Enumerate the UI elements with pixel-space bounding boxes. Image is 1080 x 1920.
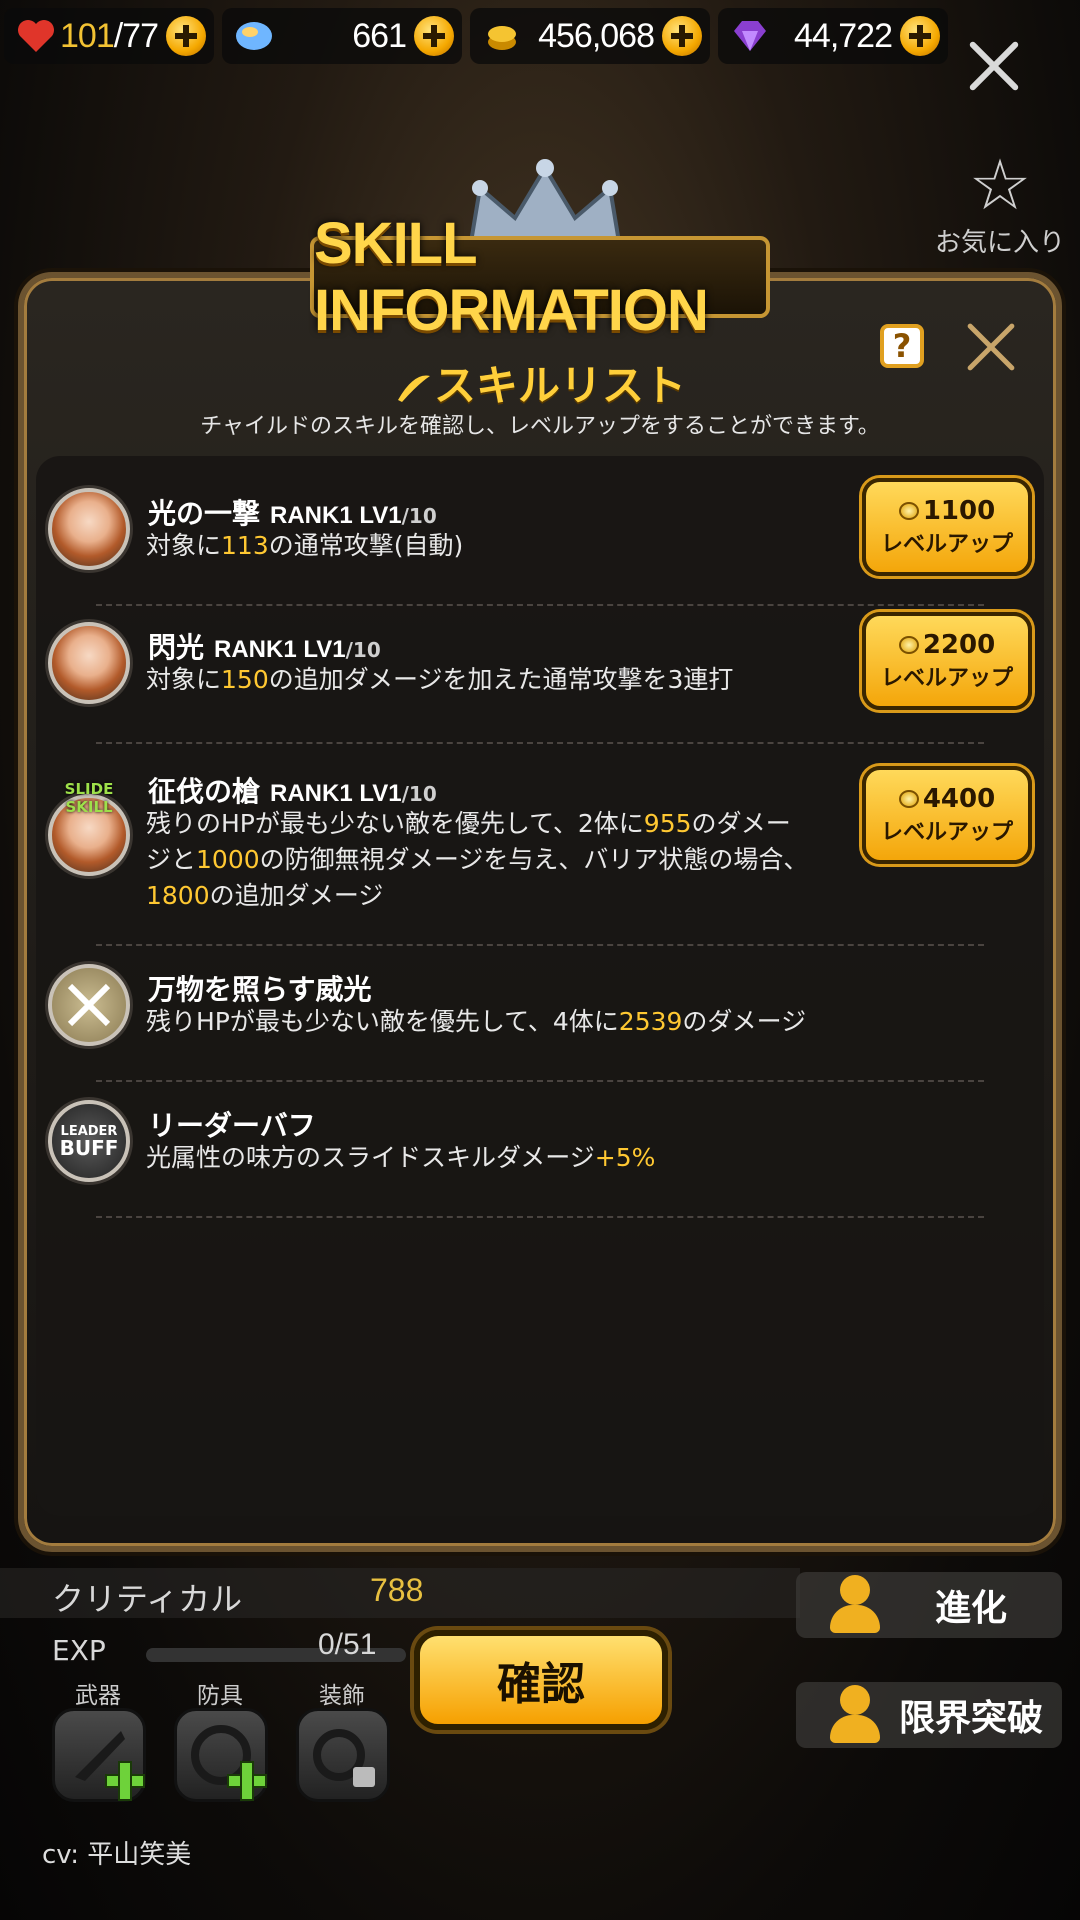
skill-rank: RANK1 LV1 <box>270 780 402 807</box>
skill-lvmax: /10 <box>401 782 437 806</box>
critical-stat-row: クリティカル 788 <box>0 1568 800 1618</box>
skill-name: 万物を照らす威光 <box>148 973 372 1006</box>
skill-row: LEADER BUFF リーダーバフ 光属性の味方のスライドスキルダメージ+5% <box>36 1084 1044 1218</box>
level-up-label: レベルアップ <box>880 666 1013 691</box>
skill-description: 対象に113の通常攻撃(自動) <box>146 531 464 560</box>
exp-label: EXP <box>52 1634 106 1667</box>
divider <box>96 742 984 744</box>
crossed-swords-icon <box>67 983 111 1027</box>
level-up-label: レベルアップ <box>880 532 1013 557</box>
add-gem-button[interactable] <box>900 16 940 56</box>
confirm-button[interactable]: 確認 <box>414 1630 668 1730</box>
skill-row: 閃光 RANK1 LV1/10 対象に150の追加ダメージを加えた通常攻撃を3連打… <box>36 610 1044 744</box>
gold-coin-icon <box>480 14 524 58</box>
stamina-counter: 101/77 <box>4 8 214 64</box>
lock-icon <box>353 1767 375 1787</box>
skill-lvmax: /10 <box>345 638 381 662</box>
level-up-label: レベルアップ <box>880 820 1013 845</box>
gem-counter: 44,722 <box>718 8 948 64</box>
coin-icon <box>898 790 919 808</box>
skill-title: 光の一撃 <box>148 497 261 530</box>
skill-title: 閃光 <box>148 631 205 664</box>
level-up-button[interactable]: 4400 レベルアップ <box>862 766 1032 864</box>
slide-skill-badge: SLIDE SKILL <box>64 780 114 816</box>
limit-break-label: 限界突破 <box>898 1698 1043 1739</box>
coin-icon <box>898 502 919 520</box>
limit-break-button[interactable]: 限界突破 <box>796 1682 1062 1748</box>
skill-list-subheading: チャイルドのスキルを確認し、レベルアップをすることができます。 <box>200 414 880 439</box>
person-plus-icon <box>830 1685 880 1745</box>
favorite-label: お気に入り <box>934 228 1065 258</box>
skill-description: 残りのHPが最も少ない敵を優先して、2体に955のダメー ジと1000の防御無視… <box>146 809 809 910</box>
skill-avatar <box>48 488 130 570</box>
add-gold-button[interactable] <box>662 16 702 56</box>
gold-counter: 456,068 <box>470 8 710 64</box>
add-icon <box>227 1761 267 1801</box>
armor-label: 防具 <box>197 1683 243 1709</box>
skill-name: 閃光 RANK1 LV1/10 <box>148 626 381 666</box>
skill-name: 征伐の槍 RANK1 LV1/10 <box>148 770 437 810</box>
level-up-button[interactable]: 2200 レベルアップ <box>862 612 1032 710</box>
skill-row: SLIDE SKILL 征伐の槍 RANK1 LV1/10 残りのHPが最も少ない… <box>36 764 1044 946</box>
close-screen-button[interactable] <box>962 34 1026 98</box>
gem-value: 44,722 <box>794 16 893 55</box>
favorite-button[interactable]: ☆ お気に入り <box>930 150 1070 259</box>
crystal-counter: 661 <box>222 8 462 64</box>
person-star-icon <box>830 1575 880 1635</box>
skill-list: 光の一撃 RANK1 LV1/10 対象に113の通常攻撃(自動) 1100 レベ… <box>36 456 1044 1516</box>
skill-name: 光の一撃 RANK1 LV1/10 <box>148 492 437 532</box>
coin-icon <box>898 636 919 654</box>
weapon-slot[interactable] <box>52 1708 146 1802</box>
weapon-label: 武器 <box>75 1683 121 1709</box>
divider <box>96 604 984 606</box>
level-up-button[interactable]: 1100 レベルアップ <box>862 478 1032 576</box>
stat-label: クリティカル <box>52 1580 243 1618</box>
add-stamina-button[interactable] <box>166 16 206 56</box>
skill-avatar <box>48 622 130 704</box>
skill-lvmax: /10 <box>401 504 437 528</box>
dialog-title: SKILL INFORMATION <box>310 211 770 343</box>
skill-description: 光属性の味方のスライドスキルダメージ+5% <box>146 1143 656 1172</box>
skill-row: 万物を照らす威光 残りHPが最も少ない敵を優先して、4体に2539のダメージ <box>36 948 1044 1082</box>
skill-list-heading-text: スキルリスト <box>433 361 686 410</box>
add-crystal-button[interactable] <box>414 16 454 56</box>
divider <box>96 1216 984 1218</box>
add-icon <box>105 1761 145 1801</box>
skill-row: 光の一撃 RANK1 LV1/10 対象に113の通常攻撃(自動) 1100 レベ… <box>36 476 1044 606</box>
stamina-max: /77 <box>113 16 159 55</box>
level-up-cost: 4400 <box>922 784 996 814</box>
exp-value: 0/51 <box>318 1628 377 1661</box>
gold-value: 456,068 <box>538 16 655 55</box>
stamina-current: 101 <box>60 16 115 55</box>
resource-bar: 101/77 661 456,068 44,722 <box>0 8 960 64</box>
level-up-cost: 2200 <box>922 630 996 660</box>
heart-icon <box>14 14 58 58</box>
skill-description: 残りHPが最も少ない敵を優先して、4体に2539のダメージ <box>146 1007 807 1036</box>
accessory-label: 装飾 <box>319 1683 365 1709</box>
slide-skill-icon <box>397 375 430 402</box>
evolve-button[interactable]: 進化 <box>796 1572 1062 1638</box>
skill-list-heading: スキルリスト <box>0 352 1080 413</box>
evolve-label: 進化 <box>934 1588 1007 1629</box>
skill-rank: RANK1 LV1 <box>270 502 402 529</box>
leader-buff-icon: LEADER BUFF <box>48 1100 130 1182</box>
level-up-cost: 1100 <box>922 496 996 526</box>
skill-avatar <box>48 964 130 1046</box>
skill-description: 対象に150の追加ダメージを加えた通常攻撃を3連打 <box>146 665 734 694</box>
purple-gem-icon <box>728 14 772 58</box>
armor-slot[interactable] <box>174 1708 268 1802</box>
skill-name: リーダーバフ <box>148 1109 316 1142</box>
stat-value: 788 <box>370 1572 424 1608</box>
voice-actor-credit: cv: 平山笑美 <box>42 1840 192 1870</box>
skill-rank: RANK1 LV1 <box>214 636 346 663</box>
accessory-slot[interactable] <box>296 1708 390 1802</box>
divider <box>96 944 984 946</box>
divider <box>96 1080 984 1082</box>
crystal-icon <box>232 14 276 58</box>
skill-title: 征伐の槍 <box>148 775 261 808</box>
crystal-value: 661 <box>352 16 407 55</box>
star-icon: ☆ <box>968 144 1032 226</box>
